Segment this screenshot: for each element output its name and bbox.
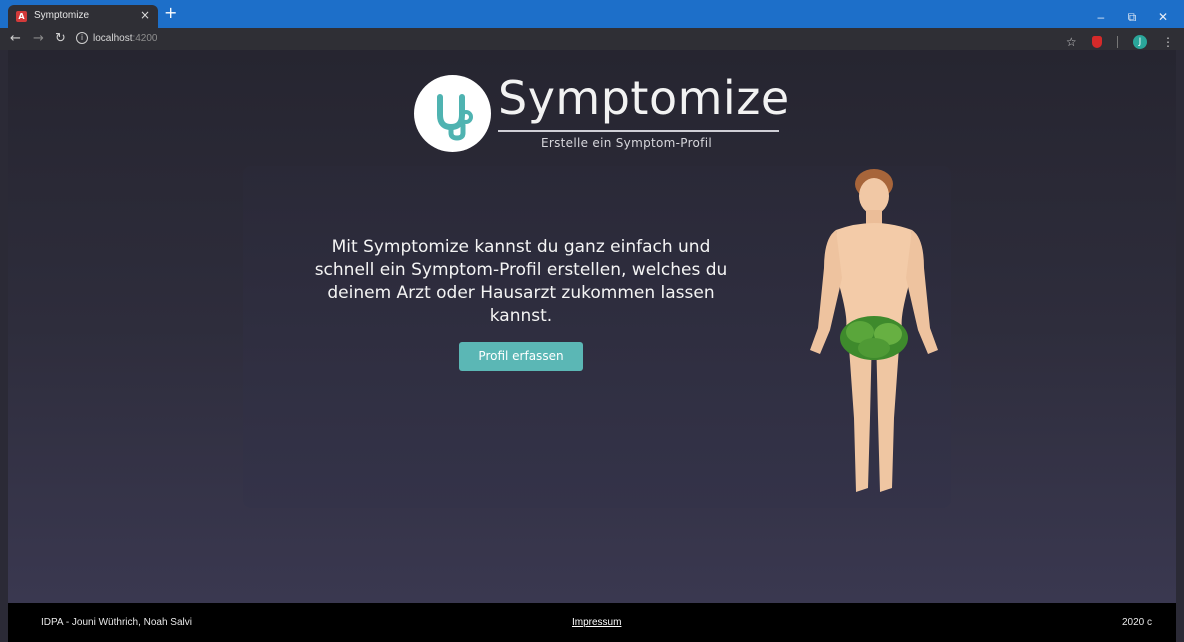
toolbar-actions: ☆ J ⋮ — [1056, 31, 1174, 50]
reload-icon[interactable]: ↻ — [55, 31, 66, 47]
intro-text: Mit Symptomize kannst du ganz einfach un… — [314, 237, 728, 326]
url-port: :4200 — [132, 33, 158, 44]
toolbar-divider — [1116, 35, 1118, 48]
human-body-illustration[interactable] — [796, 168, 950, 508]
bookmark-star-icon[interactable]: ☆ — [1066, 34, 1077, 50]
footer: IDPA - Jouni Wüthrich, Noah Salvi Impres… — [8, 603, 1176, 642]
logo[interactable] — [414, 75, 491, 152]
footer-authors: IDPA - Jouni Wüthrich, Noah Salvi — [41, 617, 192, 628]
tab-title: Symptomize — [34, 10, 90, 21]
new-tab-icon[interactable]: + — [164, 5, 177, 21]
info-icon[interactable]: i — [76, 32, 88, 45]
brand-name: Symptomize — [498, 71, 790, 125]
forward-arrow-icon[interactable]: → — [33, 31, 44, 47]
url-host: localhost — [93, 33, 133, 44]
brand-underline — [498, 130, 779, 132]
restore-icon[interactable]: ⧉ — [1119, 10, 1145, 25]
page-viewport: Symptomize Erstelle ein Symptom-Profil M… — [8, 50, 1176, 603]
impressum-link[interactable]: Impressum — [572, 617, 621, 628]
back-arrow-icon[interactable]: ← — [10, 31, 21, 47]
browser-tab[interactable]: A Symptomize × — [8, 5, 158, 28]
tab-close-icon[interactable]: × — [140, 8, 150, 22]
page-subtitle: Erstelle ein Symptom-Profil — [541, 136, 712, 150]
menu-kebab-icon[interactable]: ⋮ — [1162, 34, 1174, 50]
stethoscope-icon — [437, 94, 473, 141]
browser-toolbar: ← → ↻ i localhost:4200 ☆ J ⋮ — [0, 28, 1184, 50]
footer-year: 2020 c — [1121, 617, 1152, 628]
create-profile-button[interactable]: Profil erfassen — [459, 342, 583, 371]
profile-avatar[interactable]: J — [1132, 34, 1147, 49]
close-window-icon[interactable]: ✕ — [1150, 10, 1176, 24]
extension-shield-icon[interactable] — [1091, 35, 1102, 48]
browser-tab-bar: A Symptomize × + – ⧉ ✕ — [0, 0, 1184, 28]
window-controls: – ⧉ ✕ — [1088, 6, 1176, 25]
minimize-icon[interactable]: – — [1088, 10, 1114, 24]
address-bar[interactable]: i localhost:4200 — [76, 31, 158, 47]
angular-favicon-icon: A — [16, 11, 27, 22]
